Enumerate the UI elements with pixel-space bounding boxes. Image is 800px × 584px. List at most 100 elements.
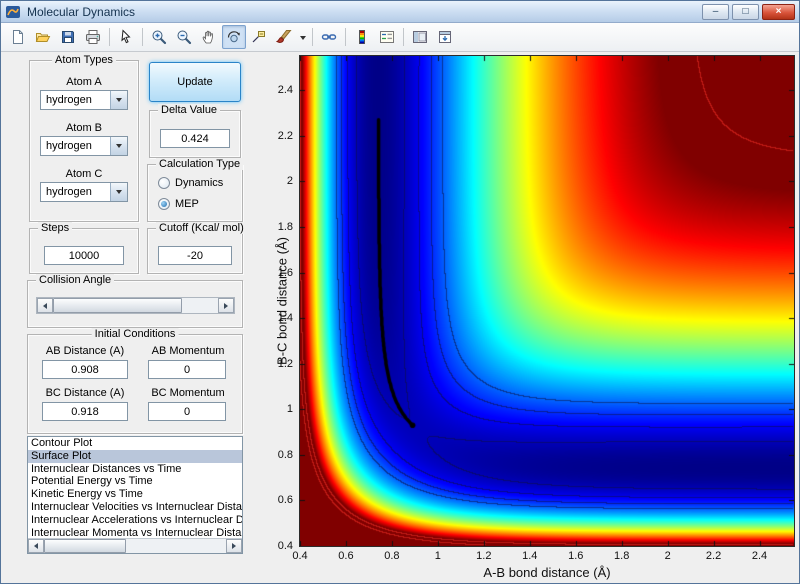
left-controls: Atom Types Atom A hydrogen Atom B hydrog…	[1, 52, 271, 583]
scrollbar-thumb[interactable]	[44, 539, 126, 553]
ab-momentum-input[interactable]	[148, 360, 226, 379]
cutoff-panel: Cutoff (Kcal/ mol)	[147, 222, 247, 274]
y-axis-label: B-C bond distance (Å)	[274, 237, 290, 365]
plot-list-item[interactable]: Surface Plot	[28, 449, 242, 463]
radio-dynamics-label: Dynamics	[175, 177, 224, 189]
y-tick-label: 2.2	[277, 129, 293, 142]
brush-icon	[276, 30, 292, 43]
chevron-down-icon[interactable]	[110, 183, 127, 201]
radio-icon	[158, 177, 170, 189]
figure-toolbar	[1, 23, 799, 52]
save-figure-icon	[62, 31, 74, 43]
plot-list-item[interactable]: Kinetic Energy vs Time	[28, 488, 242, 501]
chevron-down-icon[interactable]	[110, 91, 127, 109]
y-tick-label: 2.4	[277, 84, 293, 97]
listbox-hscrollbar[interactable]	[28, 538, 242, 553]
zoom-in-icon	[152, 30, 167, 45]
atom-a-dropdown[interactable]: hydrogen	[40, 90, 128, 110]
x-tick-label: 1.8	[614, 550, 630, 562]
steps-input[interactable]	[44, 246, 124, 265]
y-tick-label: 1.8	[277, 220, 293, 233]
brush-data-button[interactable]	[272, 25, 296, 49]
dock-figure-button[interactable]	[433, 25, 457, 49]
titlebar[interactable]: Molecular Dynamics – □ ×	[1, 1, 799, 23]
edit-plot-button[interactable]	[114, 25, 138, 49]
plot-area: A-B bond distance (Å) B-C bond distance …	[271, 52, 799, 583]
save-figure-button[interactable]	[56, 25, 80, 49]
plot-list-item[interactable]: Contour Plot	[28, 437, 242, 450]
bc-distance-label: BC Distance (A)	[45, 387, 125, 399]
x-tick-label: 2.4	[751, 550, 768, 562]
zoom-in-button[interactable]	[147, 25, 171, 49]
scrollbar-right-arrow[interactable]	[226, 539, 242, 553]
plot-list-item[interactable]: Internuclear Velocities vs Internuclear …	[28, 501, 242, 514]
y-tick-label: 1.4	[277, 312, 293, 325]
initial-conditions-title: Initial Conditions	[91, 328, 179, 340]
print-figure-icon	[86, 30, 100, 44]
bc-distance-input[interactable]	[42, 402, 128, 421]
maximize-button[interactable]: □	[732, 3, 759, 20]
pan-button[interactable]	[197, 25, 221, 49]
delta-value-input[interactable]	[160, 129, 230, 148]
close-button[interactable]: ×	[762, 3, 795, 20]
initial-conditions-panel: Initial Conditions AB Distance (A) AB Mo…	[27, 328, 243, 434]
bc-momentum-input[interactable]	[148, 402, 226, 421]
plot-list-item[interactable]: Potential Energy vs Time	[28, 475, 242, 488]
atom-types-title: Atom Types	[52, 54, 116, 66]
slider-right-arrow[interactable]	[218, 298, 234, 313]
collision-angle-panel: Collision Angle	[27, 274, 243, 328]
y-tick-label: 1.6	[277, 266, 293, 279]
cutoff-input[interactable]	[158, 246, 232, 265]
x-tick-label: 0.4	[292, 550, 308, 562]
y-tick-label: 1.2	[277, 357, 293, 370]
calculation-type-title: Calculation Type	[156, 158, 244, 170]
hide-plot-tools-button[interactable]	[408, 25, 432, 49]
toolbar-separator	[109, 28, 110, 46]
slider-left-arrow[interactable]	[37, 298, 53, 313]
x-tick-label: 2	[664, 550, 671, 562]
plot-list-item[interactable]: Internuclear Momenta vs Internuclear Dis…	[28, 527, 242, 538]
radio-dynamics[interactable]: Dynamics	[158, 177, 223, 189]
atom-c-value: hydrogen	[46, 186, 92, 198]
content: Atom Types Atom A hydrogen Atom B hydrog…	[1, 52, 799, 583]
update-button[interactable]: Update	[149, 62, 241, 102]
zoom-out-button[interactable]	[172, 25, 196, 49]
insert-legend-button[interactable]	[375, 25, 399, 49]
slider-thumb[interactable]	[53, 298, 182, 313]
plot-list: Contour Plot Surface Plot Internuclear D…	[28, 437, 242, 538]
x-tick-label: 1.4	[522, 550, 538, 562]
collision-angle-slider[interactable]	[36, 297, 235, 314]
calculation-type-panel: Calculation Type Dynamics MEP	[147, 158, 244, 222]
link-plot-button[interactable]	[317, 25, 341, 49]
data-cursor-button[interactable]	[247, 25, 271, 49]
chevron-down-icon[interactable]	[110, 137, 127, 155]
y-tick-label: 1	[286, 403, 293, 416]
radio-mep[interactable]: MEP	[158, 198, 199, 210]
minimize-button[interactable]: –	[702, 3, 729, 20]
plot-list-item[interactable]: Internuclear Accelerations vs Internucle…	[28, 514, 242, 527]
plot-type-listbox: Contour Plot Surface Plot Internuclear D…	[27, 436, 243, 554]
hide-plot-tools-icon	[413, 31, 427, 43]
insert-colorbar-button[interactable]	[350, 25, 374, 49]
print-figure-button[interactable]	[81, 25, 105, 49]
radio-icon	[158, 198, 170, 210]
y-tick-label: 0.8	[277, 448, 293, 461]
scrollbar-track[interactable]	[44, 539, 226, 553]
x-tick-label: 1.2	[476, 550, 492, 562]
new-figure-button[interactable]	[6, 25, 30, 49]
rotate-3d-button[interactable]	[222, 25, 246, 49]
x-tick-label: 2.2	[705, 550, 722, 562]
ab-distance-input[interactable]	[42, 360, 128, 379]
x-axis-label: A-B bond distance (Å)	[483, 565, 611, 580]
slider-track[interactable]	[53, 298, 218, 313]
plot-list-item[interactable]: Internuclear Distances vs Time	[28, 463, 242, 476]
open-file-button[interactable]	[31, 25, 55, 49]
scrollbar-left-arrow[interactable]	[28, 539, 44, 553]
x-tick-label: 1.6	[568, 550, 584, 562]
delta-value-title: Delta Value	[158, 104, 221, 116]
link-plot-icon	[321, 34, 337, 40]
atom-b-dropdown[interactable]: hydrogen	[40, 136, 128, 156]
atom-c-dropdown[interactable]: hydrogen	[40, 182, 128, 202]
brush-dropdown-caret[interactable]	[297, 25, 308, 49]
pes-canvas[interactable]	[299, 55, 795, 547]
